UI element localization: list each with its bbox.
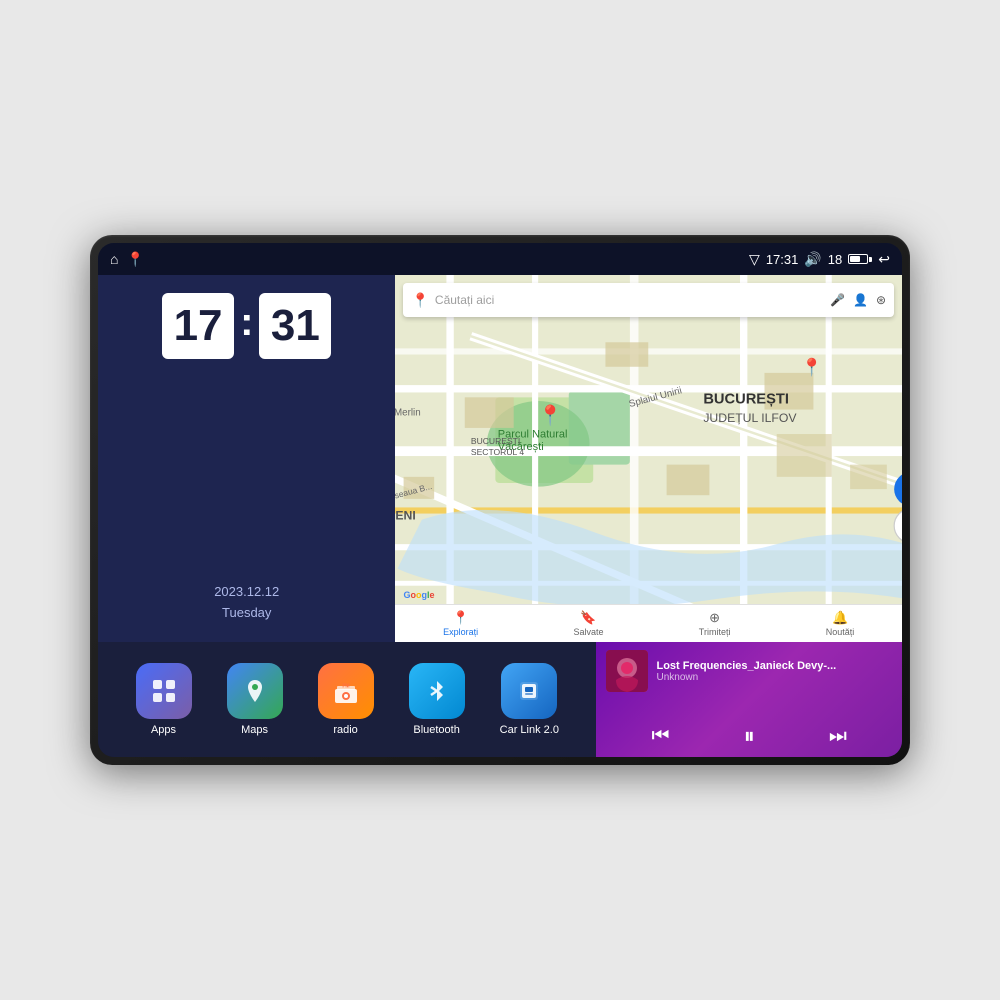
maps-label: Maps (241, 724, 268, 736)
map-container[interactable]: TRAPEZULUI BUCUREȘTI JUDEȚUL ILFOV BERCE… (395, 275, 902, 642)
date-section: 2023.12.12 Tuesday (114, 582, 379, 632)
car-display-device: ⌂ 📍 ▽ 17:31 🔊 18 ↩ 17 (90, 235, 910, 765)
clock-hours-block: 17 (162, 293, 234, 359)
status-bar: ⌂ 📍 ▽ 17:31 🔊 18 ↩ (98, 243, 902, 275)
carlink-icon-wrapper (501, 663, 557, 719)
voice-search-icon[interactable]: 🎤 (830, 293, 845, 307)
svg-text:FM: FM (342, 684, 349, 690)
svg-text:BUCUREȘTI: BUCUREȘTI (704, 391, 790, 407)
app-icon-carlink[interactable]: Car Link 2.0 (500, 663, 559, 736)
music-player: Lost Frequencies_Janieck Devy-... Unknow… (596, 642, 902, 757)
explore-icon: 📍 (453, 610, 469, 626)
map-tab-news[interactable]: 🔔 Noutăți (826, 610, 855, 637)
bluetooth-icon-wrapper (409, 663, 465, 719)
music-info-row: Lost Frequencies_Janieck Devy-... Unknow… (606, 650, 892, 692)
bottom-strip: Apps Maps (98, 642, 902, 757)
left-panel-clock: 17 : 31 2023.12.12 Tuesday (98, 275, 395, 642)
bluetooth-icon (423, 677, 451, 705)
date-display: 2023.12.12 (114, 582, 379, 603)
radio-icon-wrapper: FM (318, 663, 374, 719)
music-controls: ⏮ ⏸ ⏭ (606, 723, 892, 749)
play-pause-button[interactable]: ⏸ (744, 723, 755, 749)
apps-section: Apps Maps (98, 642, 596, 757)
svg-text:JUDEȚUL ILFOV: JUDEȚUL ILFOV (704, 411, 798, 425)
map-tab-send[interactable]: ⊕ Trimiteți (699, 610, 731, 637)
clock-hours: 17 (174, 301, 223, 351)
map-panel[interactable]: TRAPEZULUI BUCUREȘTI JUDEȚUL ILFOV BERCE… (395, 275, 902, 642)
status-time: 17:31 (766, 252, 799, 267)
music-album-art (606, 650, 648, 692)
map-search-placeholder[interactable]: Căutați aici (435, 293, 824, 307)
svg-text:📍: 📍 (802, 357, 823, 377)
carlink-label: Car Link 2.0 (500, 724, 559, 736)
app-icon-radio[interactable]: FM radio (318, 663, 374, 736)
map-search-bar[interactable]: 📍 Căutați aici 🎤 👤 ⊛ (403, 283, 894, 317)
map-search-actions: 🎤 👤 ⊛ (830, 293, 886, 307)
radio-icon: FM (331, 677, 361, 705)
maps-icon-wrapper (227, 663, 283, 719)
clock-widget: 17 : 31 (114, 293, 379, 359)
map-bottom-tabs: 📍 Explorați 🔖 Salvate ⊕ Trimiteți 🔔 (395, 604, 902, 642)
album-art-image (606, 650, 648, 692)
layers-icon[interactable]: ⊛ (876, 293, 886, 307)
main-content: 17 : 31 2023.12.12 Tuesday (98, 275, 902, 642)
music-title: Lost Frequencies_Janieck Devy-... (656, 660, 892, 672)
map-svg: TRAPEZULUI BUCUREȘTI JUDEȚUL ILFOV BERCE… (395, 275, 902, 642)
home-icon[interactable]: ⌂ (110, 251, 118, 267)
saved-label: Salvate (573, 627, 603, 637)
app-icon-apps[interactable]: Apps (136, 663, 192, 736)
app-icon-maps[interactable]: Maps (227, 663, 283, 736)
music-artist: Unknown (656, 672, 892, 683)
svg-text:BERCENI: BERCENI (395, 509, 416, 523)
svg-text:Leroy Merlin: Leroy Merlin (395, 408, 421, 419)
app-icon-bluetooth[interactable]: Bluetooth (409, 663, 465, 736)
explore-label: Explorați (443, 627, 478, 637)
status-bar-left: ⌂ 📍 (110, 251, 144, 268)
map-tab-saved[interactable]: 🔖 Salvate (573, 610, 603, 637)
next-button[interactable]: ⏭ (829, 725, 847, 748)
device-screen: ⌂ 📍 ▽ 17:31 🔊 18 ↩ 17 (98, 243, 902, 757)
back-icon[interactable]: ↩ (878, 251, 890, 268)
clock-minutes: 31 (271, 301, 320, 351)
saved-icon: 🔖 (580, 610, 596, 626)
google-logo: Google (403, 590, 434, 600)
volume-icon[interactable]: 🔊 (804, 251, 821, 268)
apps-grid-icon (150, 677, 178, 705)
svg-text:BUCUREȘTI: BUCUREȘTI (471, 436, 520, 446)
battery-level: 18 (828, 252, 842, 267)
send-label: Trimiteți (699, 627, 731, 637)
apps-label: Apps (151, 724, 176, 736)
news-label: Noutăți (826, 627, 855, 637)
news-icon: 🔔 (832, 610, 848, 626)
battery-icon (848, 254, 872, 264)
day-display: Tuesday (114, 603, 379, 624)
carlink-icon (515, 677, 543, 705)
signal-icon: ▽ (749, 251, 760, 268)
bluetooth-label: Bluetooth (413, 724, 459, 736)
map-tab-explore[interactable]: 📍 Explorați (443, 610, 478, 637)
svg-text:SECTORUL 4: SECTORUL 4 (471, 447, 524, 457)
send-icon: ⊕ (709, 610, 720, 626)
clock-minutes-block: 31 (259, 293, 331, 359)
account-icon[interactable]: 👤 (853, 293, 868, 307)
map-pin-icon: 📍 (411, 292, 428, 309)
radio-label: radio (333, 724, 357, 736)
clock-colon: : (240, 302, 253, 342)
status-bar-right: ▽ 17:31 🔊 18 ↩ (749, 251, 890, 268)
apps-icon-wrapper (136, 663, 192, 719)
music-text: Lost Frequencies_Janieck Devy-... Unknow… (656, 660, 892, 683)
maps-icon (241, 677, 269, 705)
maps-status-icon[interactable]: 📍 (126, 251, 143, 268)
svg-text:📍: 📍 (539, 404, 563, 427)
prev-button[interactable]: ⏮ (652, 725, 670, 748)
